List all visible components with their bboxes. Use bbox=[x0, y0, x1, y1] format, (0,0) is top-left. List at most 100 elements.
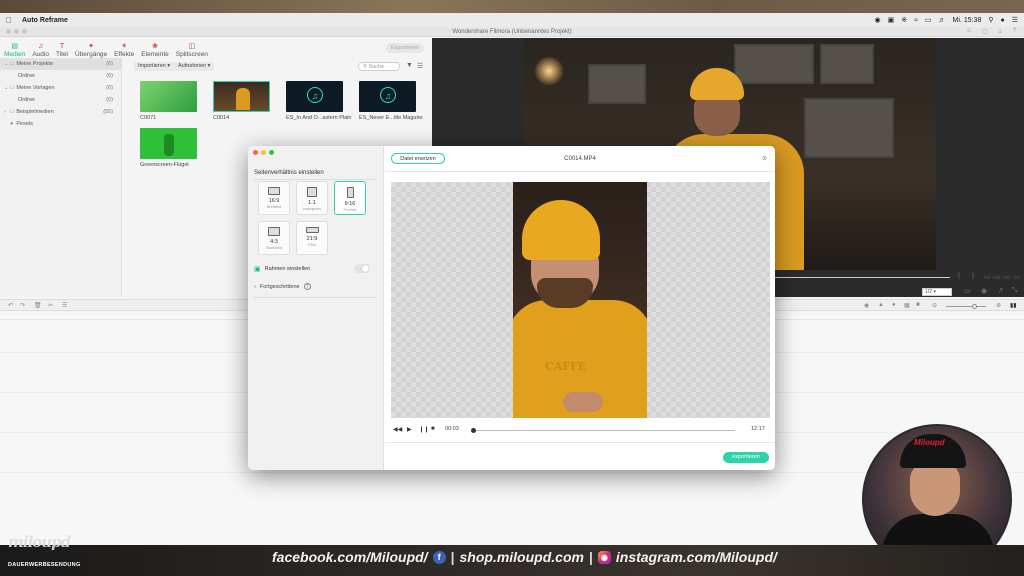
help-icon[interactable]: ? bbox=[1013, 28, 1016, 35]
zoom-in-icon[interactable]: ⊕ bbox=[996, 302, 1001, 309]
reframed-video[interactable]: CAFFE bbox=[513, 182, 647, 418]
brace-right-icon[interactable]: } bbox=[972, 273, 974, 279]
layers-icon[interactable]: ▦ bbox=[904, 302, 910, 309]
zoom-slider[interactable] bbox=[946, 306, 986, 307]
sidebar-item-count: (6) bbox=[106, 73, 113, 79]
tab-effects[interactable]: ✶ Effekte bbox=[114, 43, 134, 58]
dialog-zoom-button[interactable] bbox=[269, 150, 274, 155]
preview-scrubber[interactable] bbox=[772, 277, 950, 278]
sidebar-item-pexels[interactable]: ● Pexels bbox=[0, 118, 121, 130]
media-thumbnail-selected[interactable] bbox=[213, 81, 270, 112]
redo-icon[interactable]: ↷ bbox=[20, 302, 25, 309]
tray-app-icon[interactable]: ▣ bbox=[888, 16, 895, 24]
wifi-icon[interactable]: ≈ bbox=[914, 17, 918, 24]
tab-elements[interactable]: ❀ Elemente bbox=[141, 43, 168, 58]
playback-knob[interactable] bbox=[471, 428, 476, 433]
delete-icon[interactable]: 🗑 bbox=[34, 302, 42, 309]
siri-icon[interactable]: ● bbox=[1000, 17, 1004, 24]
fullscreen-icon[interactable]: ⤡ bbox=[1012, 287, 1018, 295]
advanced-row[interactable]: › Fortgeschrittene ? bbox=[254, 283, 311, 290]
stop-icon[interactable]: ■ bbox=[431, 426, 435, 432]
adjust-icon[interactable]: ☰ bbox=[62, 302, 67, 309]
menu-app-name[interactable]: Auto Reframe bbox=[22, 17, 68, 24]
instagram-link[interactable]: instagram.com/Miloupd/ bbox=[616, 549, 777, 565]
tab-label: Titel bbox=[55, 51, 68, 58]
facebook-link[interactable]: facebook.com/Miloupd/ bbox=[272, 549, 428, 565]
render-icon[interactable]: ◉ bbox=[864, 302, 869, 309]
record-dropdown[interactable]: Aufnehmen ▾ bbox=[174, 62, 215, 71]
hide-icon[interactable]: ⊘ bbox=[762, 155, 767, 162]
volume-icon[interactable]: ♬ bbox=[939, 17, 946, 24]
tab-titles[interactable]: T Titel bbox=[56, 43, 68, 58]
sidebar-item-my-templates[interactable]: ⌄ □ Meine Vorlagen (0) bbox=[0, 82, 121, 94]
grid-view-icon[interactable]: ☰ bbox=[417, 62, 423, 70]
media-thumbnail[interactable] bbox=[140, 128, 197, 159]
sidebar-item-folder[interactable]: Ordner (6) bbox=[0, 70, 121, 82]
preview-quality-select[interactable]: 1/2 ▾ bbox=[922, 288, 952, 296]
media-header: Importieren ▾ Aufnehmen ▾ ⚲ Suche ▼ ☰ bbox=[130, 61, 430, 73]
record-icon[interactable]: ◉ bbox=[874, 16, 880, 24]
ratio-option-9-16[interactable]: 9:16 Portrait bbox=[334, 181, 366, 215]
camera-icon[interactable]: ◉ bbox=[981, 287, 987, 295]
zoom-out-icon[interactable]: ⊖ bbox=[932, 302, 937, 309]
apple-icon[interactable]:  bbox=[6, 16, 12, 25]
mic-icon[interactable]: ● bbox=[892, 302, 896, 308]
rewind-icon[interactable]: ◀◀ bbox=[393, 426, 402, 433]
airplay-icon[interactable]: ▭ bbox=[925, 16, 932, 24]
thumb-person bbox=[236, 88, 250, 110]
media-thumbnail[interactable] bbox=[140, 81, 197, 112]
tab-splitscreen[interactable]: ◫ Splitscreen bbox=[176, 43, 208, 58]
playback-scrubber[interactable] bbox=[473, 430, 735, 431]
pause-icon[interactable]: ❙❙ bbox=[419, 426, 429, 433]
import-dropdown[interactable]: Importieren ▾ bbox=[134, 62, 175, 71]
chevron-right-icon[interactable]: › bbox=[254, 284, 256, 290]
titlebar-icons: ☺ ▢ ⇣ ? bbox=[966, 28, 1016, 35]
preview-timecode: 00:00:00:00 bbox=[984, 274, 1021, 281]
export-button[interactable]: Exportieren bbox=[386, 43, 424, 53]
ratio-option-21-9[interactable]: 21:9 Film bbox=[296, 221, 328, 255]
search-icon[interactable]: ⚲ bbox=[988, 16, 993, 24]
record-marker-icon[interactable]: ■ bbox=[916, 302, 920, 308]
help-icon[interactable]: ? bbox=[303, 283, 311, 290]
frame-toggle[interactable] bbox=[354, 264, 370, 273]
tab-transitions[interactable]: ✦ Übergänge bbox=[75, 43, 107, 58]
brand-logo: miloupd bbox=[8, 533, 71, 551]
sidebar-item-folder[interactable]: Ordner (0) bbox=[0, 94, 121, 106]
tab-label: Elemente bbox=[141, 51, 169, 58]
reframe-stage: CAFFE bbox=[391, 182, 770, 418]
shield-icon[interactable]: ▲ bbox=[878, 302, 884, 308]
ratio-option-4-3[interactable]: 4:3 Standard bbox=[258, 221, 290, 255]
step-back-icon[interactable]: ▶ bbox=[407, 426, 412, 433]
cut-icon[interactable]: ✂ bbox=[48, 302, 53, 309]
ratio-option-1-1[interactable]: 1:1 Instagram bbox=[296, 181, 328, 215]
volume-icon[interactable]: ♬ bbox=[998, 287, 1005, 294]
monitor-icon[interactable]: ▭ bbox=[964, 287, 971, 295]
undo-icon[interactable]: ↶ bbox=[8, 302, 13, 309]
menu-list-icon[interactable]: ☰ bbox=[1012, 16, 1018, 24]
sidebar-item-sample-media[interactable]: › □ Beispielmedien (55) bbox=[0, 106, 121, 118]
audio-thumbnail[interactable]: ♫ bbox=[286, 81, 343, 112]
frame-setting-row: ▣ Rahmen einstellen bbox=[254, 264, 376, 274]
clock-text[interactable]: Mi. 15:38 bbox=[953, 17, 982, 24]
tab-audio[interactable]: ♫ Audio bbox=[32, 43, 49, 58]
dialog-close-button[interactable] bbox=[253, 150, 258, 155]
account-icon[interactable]: ☺ bbox=[966, 28, 972, 35]
audio-thumbnail[interactable]: ♫ bbox=[359, 81, 416, 112]
music-note-icon: ♫ bbox=[307, 87, 323, 103]
ratio-option-16-9[interactable]: 16:9 Breitbild bbox=[258, 181, 290, 215]
search-input[interactable]: ⚲ Suche bbox=[358, 62, 400, 71]
shop-link[interactable]: shop.miloupd.com bbox=[460, 549, 584, 565]
tab-media[interactable]: ▤ Medien bbox=[4, 43, 25, 58]
download-icon[interactable]: ⇣ bbox=[998, 28, 1003, 35]
brace-left-icon[interactable]: { bbox=[958, 273, 960, 279]
gift-icon[interactable]: ▢ bbox=[982, 28, 988, 35]
dialog-export-button[interactable]: exportieren bbox=[723, 452, 769, 463]
filter-icon[interactable]: ▼ bbox=[406, 62, 413, 69]
sidebar-item-my-projects[interactable]: ⌄ □ Meine Projekte (6) bbox=[0, 58, 121, 70]
tracks-icon[interactable]: ▮▮ bbox=[1010, 302, 1017, 309]
pexels-icon: ● bbox=[10, 121, 14, 127]
portrait-icon bbox=[346, 187, 354, 198]
zoom-slider-knob[interactable] bbox=[972, 304, 977, 309]
dialog-minimize-button[interactable] bbox=[261, 150, 266, 155]
bluetooth-icon[interactable]: ※ bbox=[901, 16, 907, 24]
